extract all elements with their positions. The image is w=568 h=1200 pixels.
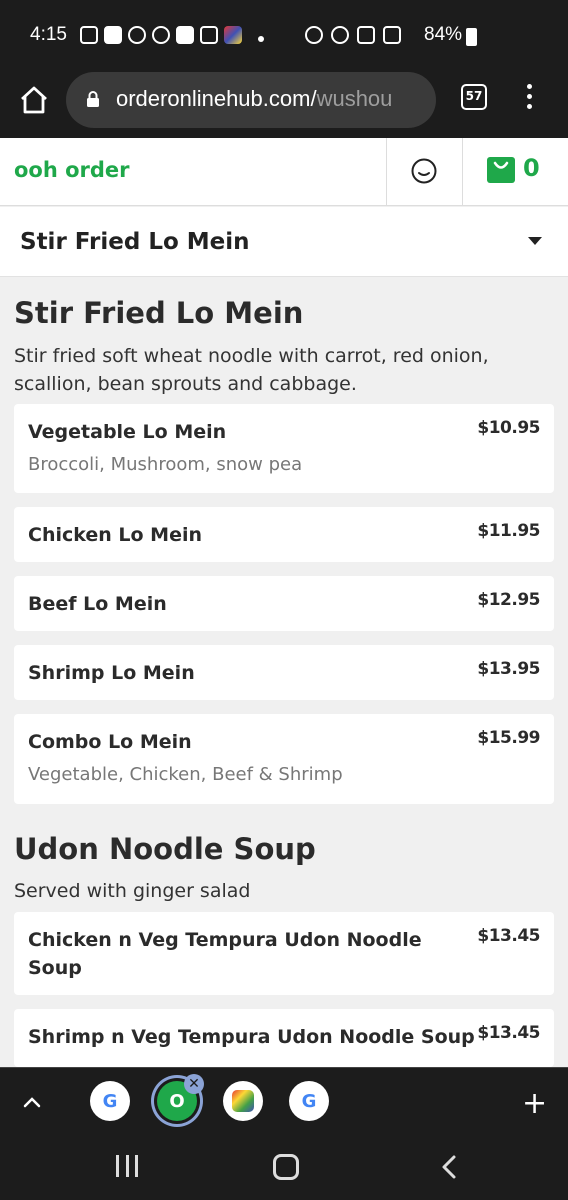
tab-switcher-button[interactable]: 57	[461, 84, 487, 110]
url-domain: orderonlinehub.com/	[116, 86, 317, 111]
menu-item-card[interactable]: Shrimp n Veg Tempura Udon Noodle Soup $1…	[14, 1009, 554, 1067]
section-description: Served with ginger salad	[14, 880, 251, 902]
mail-icon	[176, 26, 194, 44]
shopping-bag-icon[interactable]	[486, 154, 516, 184]
account-smiley-icon[interactable]	[411, 158, 437, 184]
header-divider	[462, 138, 463, 206]
item-price: $11.95	[477, 521, 540, 541]
item-price: $12.95	[477, 590, 540, 610]
category-dropdown-label: Stir Fried Lo Mein	[20, 229, 250, 255]
system-nav-bar	[0, 1134, 568, 1200]
close-tab-icon[interactable]: ✕	[184, 1074, 204, 1094]
menu-item-card[interactable]: Beef Lo Mein $12.95	[14, 576, 554, 631]
url-text: orderonlinehub.com/wushou	[116, 86, 426, 112]
more-notifications-dot	[258, 36, 264, 42]
address-bar[interactable]: orderonlinehub.com/wushou	[66, 72, 436, 128]
back-icon[interactable]	[438, 1154, 462, 1180]
item-name: Vegetable Lo Mein	[28, 421, 227, 443]
category-dropdown[interactable]: Stir Fried Lo Mein	[0, 207, 568, 277]
item-name: Chicken Lo Mein	[28, 524, 203, 546]
home-icon[interactable]	[18, 84, 50, 116]
browser-toolbar: orderonlinehub.com/wushou 57	[0, 70, 568, 138]
item-price: $15.99	[477, 728, 540, 748]
caret-down-icon	[528, 237, 542, 245]
menu-item-card[interactable]: Chicken n Veg Tempura Udon Noodle Soup $…	[14, 912, 554, 995]
item-name: Shrimp Lo Mein	[28, 662, 195, 684]
key-icon	[305, 26, 323, 44]
item-price: $13.45	[477, 1023, 540, 1043]
status-bar: 4:15 84%	[0, 0, 568, 70]
item-price: $13.45	[477, 926, 540, 946]
notification-icons	[80, 26, 242, 44]
site-header: ooh order 0	[0, 138, 568, 206]
menu-item-card[interactable]: Chicken Lo Mein $11.95	[14, 507, 554, 562]
item-price: $10.95	[477, 418, 540, 438]
brand-logo[interactable]: ooh order	[14, 158, 130, 182]
instagram-icon	[200, 26, 218, 44]
status-time: 4:15	[30, 24, 67, 45]
cart-count[interactable]: 0	[523, 154, 540, 182]
menu-item-card[interactable]: Combo Lo Mein $15.99 Vegetable, Chicken,…	[14, 714, 554, 804]
person-icon	[152, 26, 170, 44]
tab-app-icon[interactable]	[223, 1081, 263, 1121]
new-tab-plus-icon[interactable]: +	[522, 1086, 547, 1121]
menu-item-card[interactable]: Shrimp Lo Mein $13.95	[14, 645, 554, 700]
home-nav-icon[interactable]	[273, 1154, 299, 1180]
recent-apps-icon[interactable]	[116, 1155, 138, 1177]
app-icon	[224, 26, 242, 44]
item-price: $13.95	[477, 659, 540, 679]
section-title: Udon Noodle Soup	[14, 832, 316, 866]
item-name: Chicken n Veg Tempura Udon Noodle Soup	[28, 929, 422, 979]
battery-icon	[466, 28, 477, 46]
system-icons	[305, 26, 401, 44]
chevron-up-icon[interactable]	[22, 1092, 42, 1112]
item-name: Beef Lo Mein	[28, 593, 167, 615]
lock-icon	[87, 91, 99, 107]
alarm-icon	[331, 26, 349, 44]
mute-icon	[357, 26, 375, 44]
section-title: Stir Fried Lo Mein	[14, 296, 304, 330]
lte-signal-icon	[383, 26, 401, 44]
header-divider	[386, 138, 387, 206]
item-description: Broccoli, Mushroom, snow pea	[28, 454, 303, 475]
menu-item-card[interactable]: Vegetable Lo Mein $10.95 Broccoli, Mushr…	[14, 404, 554, 493]
browser-menu-icon[interactable]	[524, 84, 534, 114]
sync-icon	[128, 26, 146, 44]
browser-tab-strip: G O ✕ G +	[0, 1067, 568, 1134]
url-path: wushou	[316, 86, 393, 111]
item-name: Shrimp n Veg Tempura Udon Noodle Soup	[28, 1026, 475, 1048]
tab-google-icon[interactable]: G	[289, 1081, 329, 1121]
battery-percent: 84%	[424, 24, 463, 45]
tab-google-icon[interactable]: G	[90, 1081, 130, 1121]
item-description: Vegetable, Chicken, Beef & Shrimp	[28, 764, 343, 785]
app-favicon-icon	[232, 1090, 254, 1112]
youtube-icon	[104, 26, 122, 44]
section-description: Stir fried soft wheat noodle with carrot…	[14, 345, 489, 395]
instagram-icon	[80, 26, 98, 44]
item-name: Combo Lo Mein	[28, 731, 192, 753]
